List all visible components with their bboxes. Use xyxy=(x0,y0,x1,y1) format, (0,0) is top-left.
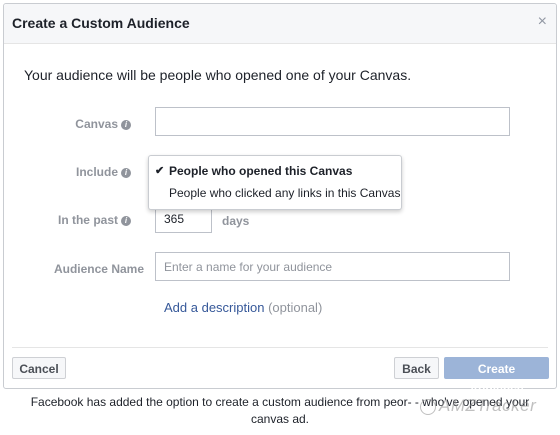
close-icon[interactable]: × xyxy=(538,14,547,30)
intro-text: Your audience will be people who opened … xyxy=(24,67,412,83)
dropdown-option-label: People who opened this Canvas xyxy=(169,164,353,178)
info-icon[interactable]: i xyxy=(121,119,131,130)
include-dropdown: ✔ People who opened this Canvas People w… xyxy=(148,155,402,210)
audience-name-field[interactable] xyxy=(155,252,510,281)
past-label-text: In the past xyxy=(57,213,118,227)
include-label-text: Include xyxy=(75,165,118,179)
dialog-title: Create a Custom Audience xyxy=(12,15,190,31)
dropdown-option-opened[interactable]: ✔ People who opened this Canvas xyxy=(149,160,401,182)
canvas-label-text: Canvas xyxy=(75,117,118,131)
footer-divider xyxy=(12,347,548,348)
cancel-button[interactable]: Cancel xyxy=(12,357,66,379)
create-audience-button[interactable]: Create Audience xyxy=(444,357,549,396)
watermark: AMZTracker xyxy=(420,396,536,416)
custom-audience-dialog: Create a Custom Audience × Your audience… xyxy=(0,3,557,396)
watermark-text: AMZTracker xyxy=(439,396,537,415)
back-button[interactable]: Back xyxy=(394,357,439,379)
canvas-label: Canvas i xyxy=(0,117,131,131)
check-icon: ✔ xyxy=(155,165,165,177)
add-description-link[interactable]: Add a description (optional) xyxy=(164,300,322,315)
info-icon[interactable]: i xyxy=(121,167,131,178)
canvas-field[interactable] xyxy=(155,107,510,136)
past-label: In the past i xyxy=(0,213,131,227)
optional-hint: (optional) xyxy=(268,300,323,315)
days-unit-label: days xyxy=(222,214,250,228)
audience-name-label: Audience Name xyxy=(4,262,144,276)
include-label: Include i xyxy=(0,165,131,179)
add-description-text[interactable]: Add a description xyxy=(164,300,264,315)
dropdown-option-label: People who clicked any links in this Can… xyxy=(169,186,401,200)
audience-name-label-text: Audience Name xyxy=(53,262,144,276)
info-icon[interactable]: i xyxy=(121,215,131,226)
dialog-header: Create a Custom Audience × xyxy=(4,4,556,44)
dropdown-option-clicked[interactable]: People who clicked any links in this Can… xyxy=(149,182,401,204)
watermark-logo-icon xyxy=(420,398,436,415)
